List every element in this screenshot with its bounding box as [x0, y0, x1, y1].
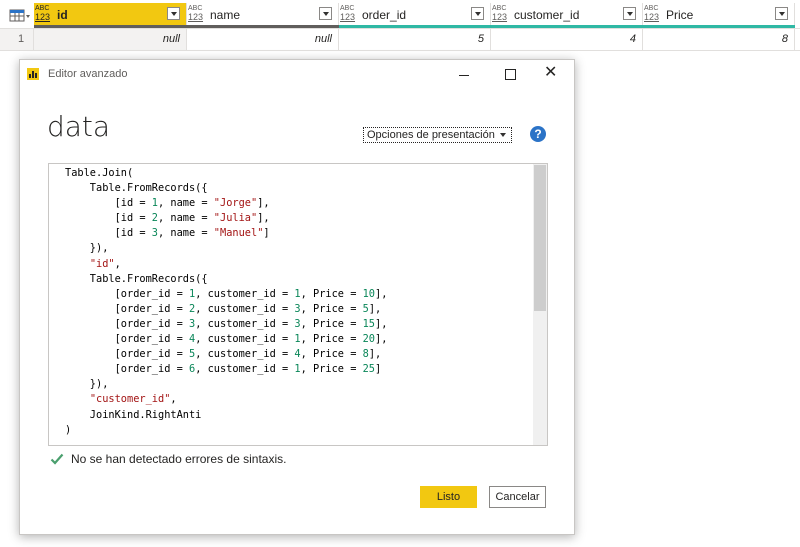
code-line[interactable]: }), [65, 377, 387, 392]
code-line[interactable]: [order_id = 2, customer_id = 3, Price = … [65, 302, 387, 317]
column-name: id [57, 8, 68, 22]
any-type-icon[interactable]: ABC 123 [35, 5, 55, 25]
filter-dropdown-icon[interactable] [471, 7, 484, 20]
scrollbar-thumb[interactable] [534, 165, 546, 311]
any-type-icon[interactable]: ABC 123 [644, 5, 664, 25]
table-cell[interactable]: 8 [643, 29, 795, 50]
column-header-id[interactable]: ABC 123 id [34, 3, 187, 27]
code-line[interactable]: [id = 3, name = "Manuel"] [65, 226, 387, 241]
filter-dropdown-icon[interactable] [623, 7, 636, 20]
column-header-name[interactable]: ABC 123 name [187, 3, 339, 27]
vertical-scrollbar[interactable] [533, 164, 547, 445]
table-cell[interactable]: 4 [491, 29, 643, 50]
code-line[interactable]: }), [65, 241, 387, 256]
table-cell[interactable]: null [34, 29, 187, 50]
chevron-down-icon [500, 133, 506, 137]
code-line[interactable]: "id", [65, 257, 387, 272]
table-cell[interactable]: 5 [339, 29, 491, 50]
minimize-icon [459, 75, 469, 76]
column-header-customer-id[interactable]: ABC 123 customer_id [491, 3, 643, 27]
table-cell[interactable]: null [187, 29, 339, 50]
column-header-order-id[interactable]: ABC 123 order_id [339, 3, 491, 27]
display-options-dropdown[interactable]: Opciones de presentación [363, 127, 512, 143]
code-line[interactable]: "customer_id", [65, 392, 387, 407]
column-name: customer_id [514, 8, 580, 22]
filter-dropdown-icon[interactable] [319, 7, 332, 20]
code-line[interactable]: JoinKind.RightAnti [65, 408, 387, 423]
dialog-titlebar[interactable]: Editor avanzado ✕ [20, 60, 574, 88]
code-line[interactable]: [order_id = 1, customer_id = 1, Price = … [65, 287, 388, 302]
filter-dropdown-icon[interactable] [167, 7, 180, 20]
column-name: Price [666, 8, 694, 22]
column-name: name [210, 8, 241, 22]
maximize-button[interactable] [497, 63, 523, 85]
dialog-title: Editor avanzado [48, 68, 128, 80]
cancel-button[interactable]: Cancelar [489, 486, 546, 508]
help-icon[interactable]: ? [530, 126, 546, 142]
any-type-icon[interactable]: ABC 123 [188, 5, 208, 25]
column-header-price[interactable]: ABC 123 Price [643, 3, 795, 27]
status-text: No se han detectado errores de sintaxis. [71, 452, 287, 466]
code-text[interactable]: Table.Join( Table.FromRecords({ [id = 1,… [65, 166, 387, 438]
code-line[interactable]: Table.FromRecords({ [65, 181, 387, 196]
code-line[interactable]: [order_id = 5, customer_id = 4, Price = … [65, 347, 387, 362]
table-menu-icon[interactable] [9, 8, 31, 24]
column-name: order_id [362, 8, 407, 22]
code-line[interactable]: [id = 2, name = "Julia"], [65, 211, 387, 226]
close-icon: ✕ [544, 64, 558, 81]
done-button[interactable]: Listo [420, 486, 477, 508]
code-line[interactable]: [order_id = 4, customer_id = 1, Price = … [65, 332, 388, 347]
advanced-editor-dialog: Editor avanzado ✕ data Opciones de prese… [19, 59, 575, 535]
code-line[interactable]: ) [65, 423, 387, 438]
code-line[interactable]: Table.FromRecords({ [65, 272, 387, 287]
any-type-icon[interactable]: ABC 123 [492, 5, 512, 25]
code-editor[interactable]: Table.Join( Table.FromRecords({ [id = 1,… [48, 163, 548, 446]
checkmark-icon [50, 453, 64, 465]
maximize-icon [505, 69, 516, 80]
filter-dropdown-icon[interactable] [775, 7, 788, 20]
table-row[interactable]: 1 null null 5 4 8 [0, 28, 800, 51]
display-options-label: Opciones de presentación [367, 129, 495, 141]
minimize-button[interactable] [452, 63, 478, 85]
row-number[interactable]: 1 [0, 29, 34, 50]
column-header-row: ABC 123 id ABC 123 name ABC 123 order_id AB… [0, 3, 800, 27]
code-line[interactable]: [order_id = 6, customer_id = 1, Price = … [65, 362, 387, 377]
code-line[interactable]: Table.Join( [65, 166, 387, 181]
code-line[interactable]: [id = 1, name = "Jorge"], [65, 196, 387, 211]
any-type-icon[interactable]: ABC 123 [340, 5, 360, 25]
power-bi-icon [27, 68, 39, 80]
data-grid: ABC 123 id ABC 123 name ABC 123 order_id AB… [0, 0, 800, 51]
code-line[interactable]: [order_id = 3, customer_id = 3, Price = … [65, 317, 388, 332]
query-name: data [47, 110, 111, 143]
close-button[interactable]: ✕ [541, 63, 567, 85]
